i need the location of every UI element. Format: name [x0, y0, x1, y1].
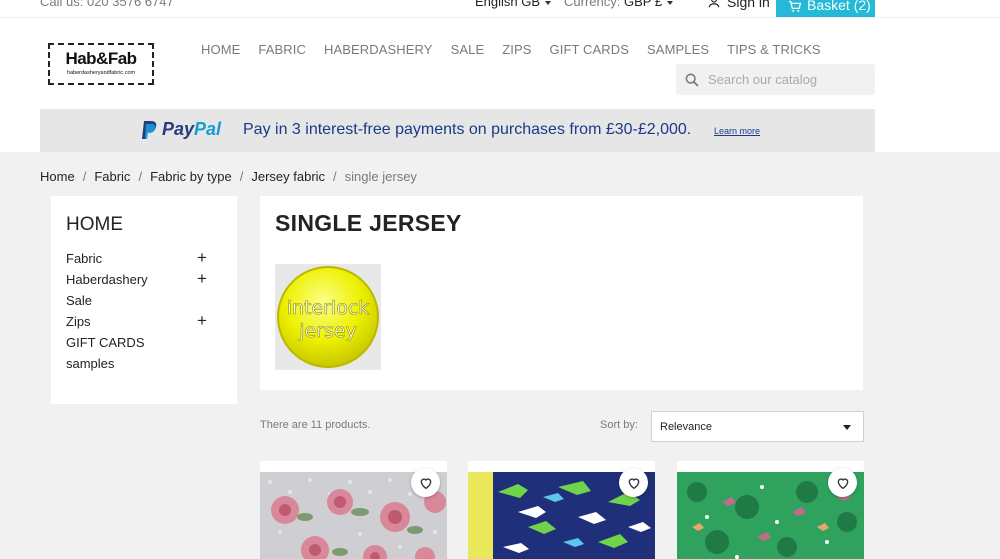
sign-in-link[interactable]: Sign in — [707, 0, 770, 10]
menu-item-sale[interactable]: SALE — [451, 42, 485, 57]
language-selector[interactable]: English GB — [475, 0, 552, 9]
paypal-message: Pay in 3 interest-free payments on purch… — [243, 121, 692, 138]
search-input[interactable] — [708, 72, 868, 87]
category-sidebar: HOME Fabric + Haberdashery + Sale Zips +… — [51, 196, 237, 404]
heart-icon — [837, 477, 848, 489]
breadcrumb-home[interactable]: Home — [40, 169, 75, 184]
product-card[interactable] — [260, 461, 447, 559]
wishlist-button[interactable] — [411, 468, 440, 497]
sort-label: Sort by: — [600, 419, 638, 431]
paypal-pal: Pal — [194, 119, 222, 139]
menu-item-home[interactable]: HOME — [201, 42, 240, 57]
wishlist-button[interactable] — [619, 468, 648, 497]
menu-item-haberdashery[interactable]: HABERDASHERY — [324, 42, 433, 57]
category-image: interlock jersey — [275, 264, 381, 370]
sort-select[interactable]: Relevance — [651, 411, 864, 442]
paypal-p-icon — [142, 120, 157, 139]
search-box — [676, 64, 875, 95]
menu-item-fabric[interactable]: FABRIC — [258, 42, 306, 57]
heart-icon — [628, 477, 639, 489]
sidebar-item-haberdashery[interactable]: Haberdashery — [66, 272, 148, 287]
top-bar: Call us: 020 3576 6747 English GB Curren… — [0, 0, 1000, 17]
paypal-pay: Pay — [162, 119, 195, 139]
currency-selector[interactable]: Currency: GBP £ — [564, 0, 674, 9]
sign-in-label: Sign in — [727, 0, 770, 10]
search-icon[interactable] — [684, 72, 700, 88]
sidebar-item-sale[interactable]: Sale — [66, 293, 92, 308]
sidebar-item-fabric[interactable]: Fabric — [66, 251, 102, 266]
currency-value: GBP £ — [623, 0, 663, 9]
paypal-banner: PayPal Pay in 3 interest-free payments o… — [40, 109, 875, 152]
heart-icon — [420, 477, 431, 489]
menu-item-samples[interactable]: SAMPLES — [647, 42, 709, 57]
menu-item-tips-tricks[interactable]: TIPS & TRICKS — [727, 42, 821, 57]
language-label: English GB — [475, 0, 541, 9]
logo-subtext: haberdasheryandfabric.com — [66, 70, 136, 76]
expand-zips-plus-icon[interactable]: + — [197, 312, 207, 329]
wishlist-button[interactable] — [828, 468, 857, 497]
product-card[interactable] — [468, 461, 655, 559]
basket-button[interactable]: Basket (2) — [776, 0, 875, 17]
site-logo[interactable]: Hab&Fab haberdasheryandfabric.com — [48, 43, 154, 85]
category-header: SINGLE JERSEY interlock jersey — [260, 196, 863, 390]
product-count: There are 11 products. — [260, 419, 371, 431]
main-menu: HOME FABRIC HABERDASHERY SALE ZIPS GIFT … — [201, 42, 839, 57]
caret-down-icon — [667, 0, 674, 5]
breadcrumb: Home / Fabric / Fabric by type / Jersey fab… — [40, 169, 417, 184]
breadcrumb-current: single jersey — [344, 169, 417, 184]
expand-fabric-plus-icon[interactable]: + — [197, 249, 207, 266]
dropdown-arrow-icon — [843, 425, 851, 430]
header: Hab&Fab haberdasheryandfabric.com HOME F… — [0, 17, 1000, 152]
category-title: SINGLE JERSEY — [275, 210, 462, 236]
cart-icon — [788, 0, 802, 12]
menu-item-zips[interactable]: ZIPS — [502, 42, 531, 57]
caret-down-icon — [545, 0, 552, 5]
breadcrumb-jersey-fabric[interactable]: Jersey fabric — [251, 169, 325, 184]
sidebar-item-samples[interactable]: samples — [66, 356, 114, 371]
call-us-text: Call us: 020 3576 6747 — [40, 0, 174, 9]
category-image-text-2: jersey — [298, 320, 357, 342]
paypal-learn-more-link[interactable]: Learn more — [714, 126, 760, 136]
category-image-text-1: interlock — [287, 297, 370, 319]
sidebar-item-zips[interactable]: Zips — [66, 314, 91, 329]
paypal-logo: PayPal — [140, 119, 221, 140]
menu-item-gift-cards[interactable]: GIFT CARDS — [550, 42, 630, 57]
sort-value: Relevance — [660, 420, 712, 433]
user-icon — [708, 0, 720, 8]
breadcrumb-fabric[interactable]: Fabric — [94, 169, 130, 184]
currency-label: Currency: — [564, 0, 621, 9]
expand-haberdashery-plus-icon[interactable]: + — [197, 270, 207, 287]
logo-text: Hab&Fab — [65, 49, 137, 68]
product-card[interactable] — [677, 461, 864, 559]
sidebar-item-gift-cards[interactable]: GIFT CARDS — [66, 335, 145, 350]
basket-label: Basket (2) — [807, 0, 871, 13]
breadcrumb-fabric-by-type[interactable]: Fabric by type — [150, 169, 232, 184]
sidebar-title[interactable]: HOME — [66, 214, 123, 236]
